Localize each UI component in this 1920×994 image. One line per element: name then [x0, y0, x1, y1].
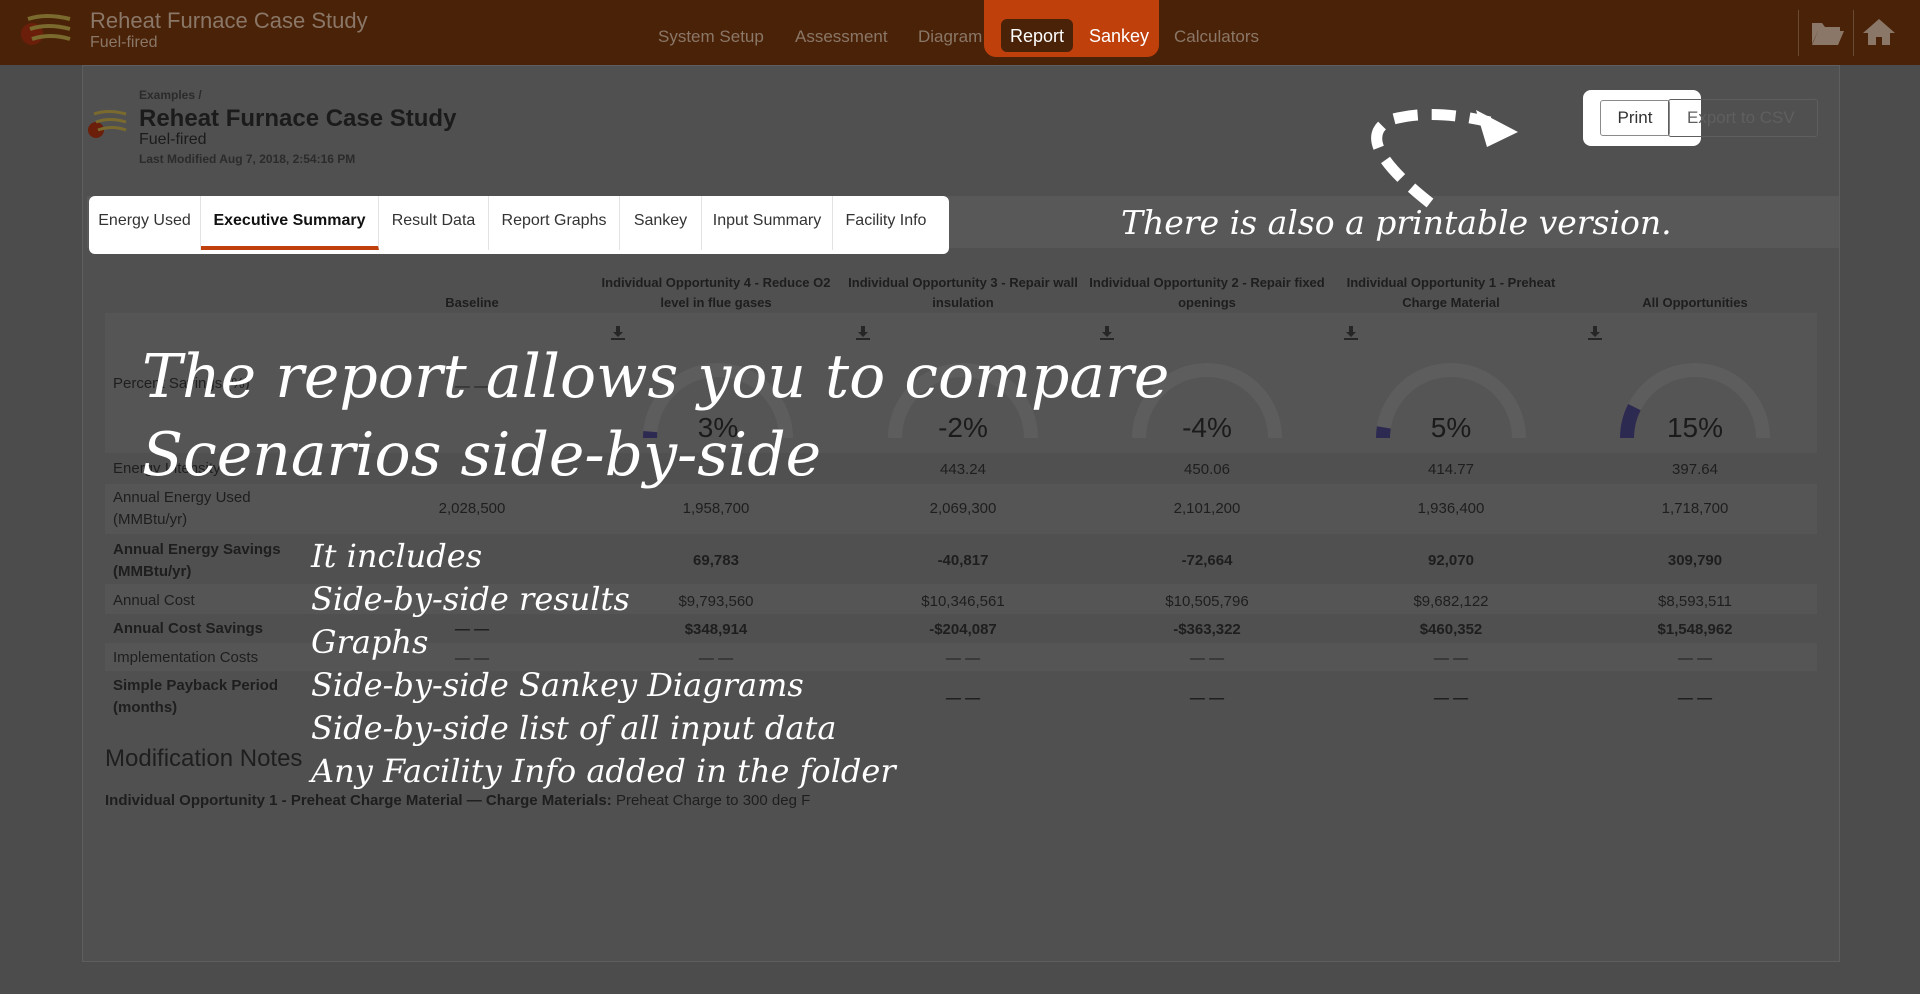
nav-assessment[interactable]: Assessment — [795, 27, 888, 47]
overlay-list-item: Side-by-side results — [311, 580, 630, 618]
download-icon[interactable] — [1343, 325, 1359, 341]
table-cell: -72,664 — [1181, 552, 1233, 569]
home-icon[interactable] — [1860, 14, 1898, 50]
modification-note-label: Individual Opportunity 1 - Preheat Charg… — [105, 792, 612, 809]
table-cell: 2,069,300 — [929, 500, 997, 517]
tab-input-summary[interactable]: Input Summary — [702, 196, 833, 250]
nav-divider — [1853, 10, 1854, 56]
download-icon[interactable] — [1587, 325, 1603, 341]
folder-open-icon[interactable] — [1808, 14, 1846, 50]
row-label: Annual Energy Savings (MMBtu/yr) — [113, 541, 281, 580]
table-cell: -$363,322 — [1173, 621, 1241, 638]
table-cell: — — — [1677, 650, 1713, 667]
nav-divider — [1798, 10, 1799, 56]
column-header: Individual Opportunity 2 - Repair fixed … — [1089, 275, 1325, 310]
table-cell: — — — [1433, 690, 1469, 707]
top-nav-bar: Reheat Furnace Case Study Fuel-fired Sys… — [0, 0, 1920, 65]
report-tabs: Energy Used Executive Summary Result Dat… — [89, 196, 949, 254]
overlay-headline-line: Scenarios side-by-side — [142, 420, 822, 490]
export-csv-button[interactable]: Export to CSV — [1668, 99, 1818, 137]
app-subtitle: Fuel-fired — [90, 34, 158, 51]
table-cell: — — — [1189, 690, 1225, 707]
table-cell: $10,505,796 — [1165, 593, 1249, 610]
row-label: Simple Payback Period (months) — [113, 677, 279, 716]
table-cell: 1,718,700 — [1661, 500, 1729, 517]
column-header: Individual Opportunity 3 - Repair wall i… — [848, 275, 1078, 310]
table-cell: 397.64 — [1672, 461, 1718, 478]
table-cell: $8,593,511 — [1658, 593, 1732, 610]
table-cell: — — — [1189, 650, 1225, 667]
overlay-list-item: Any Facility Info added in the folder — [311, 752, 896, 790]
table-cell: 1,936,400 — [1417, 500, 1485, 517]
breadcrumb[interactable]: Examples / — [139, 88, 202, 102]
column-header: Individual Opportunity 1 - Preheat Charg… — [1346, 275, 1556, 310]
table-cell: 92,070 — [1428, 552, 1474, 569]
overlay-list-item: It includes — [311, 537, 483, 575]
row-label: Annual Cost — [113, 592, 195, 609]
nav-calculators[interactable]: Calculators — [1174, 27, 1259, 47]
gauge-percent: 5% — [1430, 412, 1472, 443]
overlay-list-item: Side-by-side list of all input data — [311, 709, 837, 747]
nav-diagram[interactable]: Diagram — [918, 27, 982, 47]
tab-facility-info[interactable]: Facility Info — [833, 196, 939, 250]
table-cell: $460,352 — [1419, 621, 1483, 638]
table-cell: — — — [1677, 690, 1713, 707]
modification-notes-title: Modification Notes — [105, 745, 303, 772]
dashed-arrow-icon — [1371, 108, 1518, 208]
tab-sankey[interactable]: Sankey — [620, 196, 702, 250]
last-modified: Last Modified Aug 7, 2018, 2:54:16 PM — [139, 152, 356, 166]
nav-system-setup[interactable]: System Setup — [658, 27, 764, 47]
modification-note: Individual Opportunity 1 - Preheat Charg… — [105, 792, 810, 809]
nav-report[interactable]: Report — [1001, 19, 1074, 52]
furnace-logo-icon[interactable] — [18, 10, 74, 52]
column-header: Baseline — [445, 295, 499, 310]
table-cell: — — — [1433, 650, 1469, 667]
column-header: All Opportunities — [1642, 295, 1748, 310]
table-cell: 309,790 — [1667, 552, 1723, 569]
table-cell: 414.77 — [1428, 461, 1474, 478]
table-cell: $1,548,962 — [1657, 621, 1733, 638]
row-label: Implementation Costs — [113, 649, 259, 666]
nav-sankey[interactable]: Sankey — [1080, 19, 1158, 52]
column-header: Individual Opportunity 4 - Reduce O2 lev… — [601, 275, 831, 310]
overlay-feature-list: It includes Side-by-side results Graphs … — [311, 535, 896, 793]
table-cell: 2,028,500 — [438, 500, 506, 517]
gauge-percent: 15% — [1666, 412, 1724, 443]
overlay-headline-line: The report allows you to compare — [142, 342, 1170, 412]
overlay-headline: The report allows you to compare Scenari… — [142, 338, 1169, 494]
modification-note-text: Preheat Charge to 300 deg F — [611, 792, 811, 809]
page-title: Reheat Furnace Case Study — [139, 105, 457, 132]
overlay-list-item: Side-by-side Sankey Diagrams — [311, 666, 804, 704]
app-title: Reheat Furnace Case Study — [90, 8, 368, 33]
overlay-list-item: Graphs — [311, 623, 429, 661]
table-cell: 1,958,700 — [682, 500, 750, 517]
table-cell: 2,101,200 — [1173, 500, 1241, 517]
tab-report-graphs[interactable]: Report Graphs — [489, 196, 620, 250]
page-subtitle: Fuel-fired — [139, 131, 207, 148]
furnace-logo-icon — [88, 110, 127, 138]
table-cell: $9,682,122 — [1413, 593, 1489, 610]
row-label: Annual Cost Savings — [113, 620, 264, 637]
tab-result-data[interactable]: Result Data — [379, 196, 489, 250]
print-button[interactable]: Print — [1600, 100, 1670, 136]
tab-energy-used[interactable]: Energy Used — [89, 196, 201, 250]
app-root: Reheat Furnace Case Study Fuel-fired Sys… — [0, 0, 1920, 994]
tab-executive-summary[interactable]: Executive Summary — [201, 196, 379, 250]
